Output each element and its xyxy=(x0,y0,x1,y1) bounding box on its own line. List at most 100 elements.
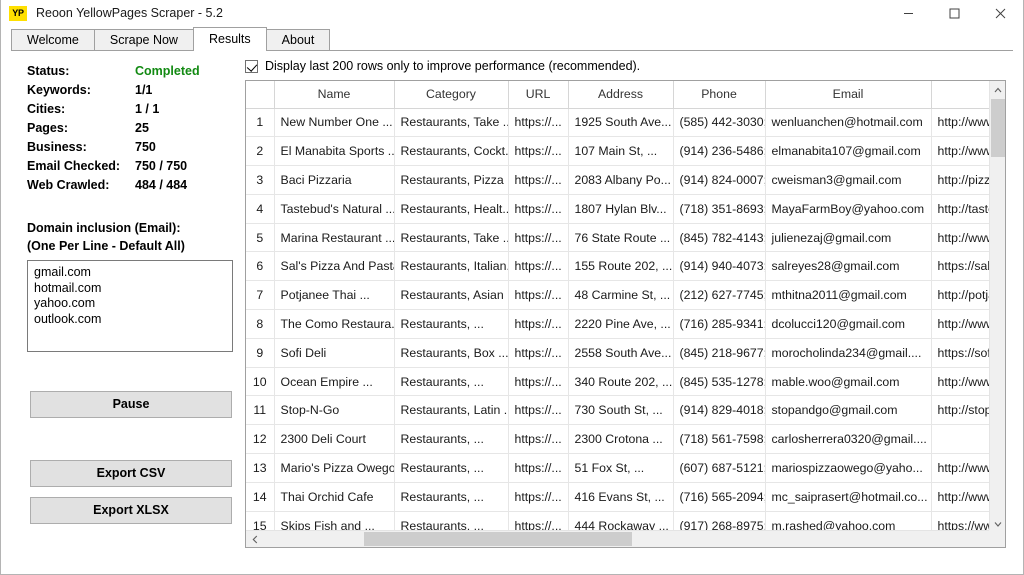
cell-name[interactable]: The Como Restaura... xyxy=(274,310,394,339)
cell-website[interactable]: http://www.ma xyxy=(931,223,991,252)
maximize-button[interactable] xyxy=(931,0,977,27)
cell-category[interactable]: Restaurants, Take ... xyxy=(394,108,508,137)
column-header-phone[interactable]: Phone xyxy=(673,81,765,108)
table-row[interactable]: 1New Number One ...Restaurants, Take ...… xyxy=(246,108,991,137)
cell-name[interactable]: Sofi Deli xyxy=(274,338,394,367)
cell-name[interactable]: 2300 Deli Court xyxy=(274,425,394,454)
cell-url[interactable]: https://... xyxy=(508,338,568,367)
cell-category[interactable]: Restaurants, Take ... xyxy=(394,223,508,252)
cell-email[interactable]: stopandgo@gmail.com xyxy=(765,396,931,425)
display-limit-checkbox[interactable] xyxy=(245,60,258,73)
cell-name[interactable]: Sal's Pizza And Pasta xyxy=(274,252,394,281)
cell-name[interactable]: El Manabita Sports ... xyxy=(274,137,394,166)
cell-url[interactable]: https://... xyxy=(508,310,568,339)
cell-email[interactable]: mariospizzaowego@yaho... xyxy=(765,454,931,483)
column-header-category[interactable]: Category xyxy=(394,81,508,108)
cell-url[interactable]: https://... xyxy=(508,425,568,454)
cell-email[interactable]: m.rashed@yahoo.com xyxy=(765,511,931,532)
cell-category[interactable]: Restaurants, ... xyxy=(394,310,508,339)
cell-website[interactable]: http://www.elr xyxy=(931,137,991,166)
cell-website[interactable]: http://pizzerial xyxy=(931,166,991,195)
cell-phone[interactable]: (914) 940-4073; xyxy=(673,252,765,281)
vertical-scrollbar-thumb[interactable] xyxy=(991,99,1005,157)
cell-website[interactable]: https://sals-piz xyxy=(931,252,991,281)
cell-name[interactable]: Mario's Pizza Owego xyxy=(274,454,394,483)
cell-index[interactable]: 6 xyxy=(246,252,274,281)
table-row[interactable]: 3Baci PizzariaRestaurants, Pizzahttps://… xyxy=(246,166,991,195)
cell-index[interactable]: 13 xyxy=(246,454,274,483)
column-header-url[interactable]: URL xyxy=(508,81,568,108)
tab-welcome[interactable]: Welcome xyxy=(11,29,95,51)
cell-phone[interactable]: (845) 535-1278; xyxy=(673,367,765,396)
cell-category[interactable]: Restaurants, Box ... xyxy=(394,338,508,367)
cell-website[interactable]: http://www.oc xyxy=(931,367,991,396)
table-row[interactable]: 8The Como Restaura...Restaurants, ...htt… xyxy=(246,310,991,339)
cell-category[interactable]: Restaurants, ... xyxy=(394,367,508,396)
cell-address[interactable]: 2220 Pine Ave, ... xyxy=(568,310,673,339)
cell-name[interactable]: Thai Orchid Cafe xyxy=(274,482,394,511)
cell-email[interactable]: dcolucci120@gmail.com xyxy=(765,310,931,339)
cell-address[interactable]: 1807 Hylan Blv... xyxy=(568,194,673,223)
cell-name[interactable]: Skips Fish and ... xyxy=(274,511,394,532)
cell-url[interactable]: https://... xyxy=(508,252,568,281)
cell-phone[interactable]: (914) 824-0007; xyxy=(673,166,765,195)
table-row[interactable]: 6Sal's Pizza And PastaRestaurants, Itali… xyxy=(246,252,991,281)
cell-index[interactable]: 2 xyxy=(246,137,274,166)
cell-website[interactable]: http://www.ne xyxy=(931,108,991,137)
cell-email[interactable]: carlosherrera0320@gmail.... xyxy=(765,425,931,454)
cell-email[interactable]: julienezaj@gmail.com xyxy=(765,223,931,252)
cell-website[interactable]: https://sofideli xyxy=(931,338,991,367)
scroll-up-arrow-icon[interactable] xyxy=(990,81,1006,98)
vertical-scrollbar[interactable] xyxy=(989,81,1005,532)
cell-index[interactable]: 15 xyxy=(246,511,274,532)
table-row[interactable]: 13Mario's Pizza OwegoRestaurants, ... htt… xyxy=(246,454,991,483)
cell-phone[interactable]: (917) 268-8975; xyxy=(673,511,765,532)
cell-category[interactable]: Restaurants, Latin ... xyxy=(394,396,508,425)
cell-name[interactable]: Tastebud's Natural ... xyxy=(274,194,394,223)
cell-index[interactable]: 10 xyxy=(246,367,274,396)
cell-email[interactable]: cweisman3@gmail.com xyxy=(765,166,931,195)
cell-name[interactable]: Stop-N-Go xyxy=(274,396,394,425)
cell-url[interactable]: https://... xyxy=(508,137,568,166)
table-row[interactable]: 14Thai Orchid CafeRestaurants, ...https:… xyxy=(246,482,991,511)
cell-index[interactable]: 14 xyxy=(246,482,274,511)
pause-button[interactable]: Pause xyxy=(30,391,232,418)
cell-phone[interactable]: (845) 218-9677; xyxy=(673,338,765,367)
cell-address[interactable]: 48 Carmine St, ... xyxy=(568,281,673,310)
cell-website[interactable]: http://www.ma xyxy=(931,454,991,483)
cell-email[interactable]: mthitna2011@gmail.com xyxy=(765,281,931,310)
column-header-address[interactable]: Address xyxy=(568,81,673,108)
cell-email[interactable]: elmanabita107@gmail.com xyxy=(765,137,931,166)
column-header-index[interactable] xyxy=(246,81,274,108)
cell-category[interactable]: Restaurants, Italian... xyxy=(394,252,508,281)
cell-address[interactable]: 51 Fox St, ... xyxy=(568,454,673,483)
cell-url[interactable]: https://... xyxy=(508,194,568,223)
table-row[interactable]: 15Skips Fish and ...Restaurants, ...http… xyxy=(246,511,991,532)
cell-index[interactable]: 12 xyxy=(246,425,274,454)
cell-name[interactable]: Potjanee Thai ... xyxy=(274,281,394,310)
cell-name[interactable]: Marina Restaurant ... xyxy=(274,223,394,252)
cell-email[interactable]: MayaFarmBoy@yahoo.com xyxy=(765,194,931,223)
cell-category[interactable]: Restaurants, ... xyxy=(394,454,508,483)
table-row[interactable]: 9Sofi DeliRestaurants, Box ...https://..… xyxy=(246,338,991,367)
cell-email[interactable]: salreyes28@gmail.com xyxy=(765,252,931,281)
cell-address[interactable]: 1925 South Ave... xyxy=(568,108,673,137)
export-xlsx-button[interactable]: Export XLSX xyxy=(30,497,232,524)
cell-index[interactable]: 11 xyxy=(246,396,274,425)
cell-address[interactable]: 416 Evans St, ... xyxy=(568,482,673,511)
cell-address[interactable]: 155 Route 202, ... xyxy=(568,252,673,281)
cell-phone[interactable]: (607) 687-5121; xyxy=(673,454,765,483)
cell-url[interactable]: https://... xyxy=(508,367,568,396)
cell-address[interactable]: 444 Rockaway ... xyxy=(568,511,673,532)
tab-about[interactable]: About xyxy=(266,29,331,51)
cell-address[interactable]: 2300 Crotona ... xyxy=(568,425,673,454)
cell-index[interactable]: 8 xyxy=(246,310,274,339)
cell-website[interactable]: http://stop-n-g xyxy=(931,396,991,425)
cell-index[interactable]: 3 xyxy=(246,166,274,195)
export-csv-button[interactable]: Export CSV xyxy=(30,460,232,487)
cell-phone[interactable]: (718) 351-8693; xyxy=(673,194,765,223)
scroll-left-arrow-icon[interactable] xyxy=(246,531,263,547)
cell-url[interactable]: https://... xyxy=(508,166,568,195)
table-row[interactable]: 122300 Deli CourtRestaurants, ...https:/… xyxy=(246,425,991,454)
column-header-email[interactable]: Email xyxy=(765,81,931,108)
